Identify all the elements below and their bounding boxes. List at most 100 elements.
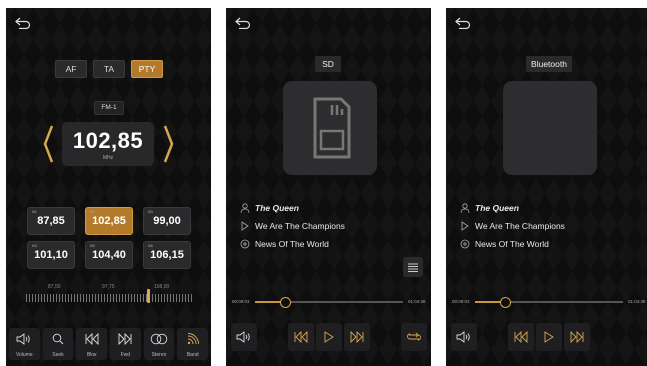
volume-label: Volume [15, 352, 33, 358]
preset-number: M3 [148, 210, 153, 214]
preset-number: M2 [90, 210, 95, 214]
media-control-bar [446, 323, 647, 351]
preset-button[interactable]: M2 102,85 [85, 207, 133, 235]
dial-label: 97,75 [102, 284, 115, 290]
progress-bar: 00:09:03 01:04:38 [232, 297, 426, 308]
play-outline-icon [241, 221, 249, 231]
next-button[interactable] [564, 323, 590, 351]
artist-row: The Queen [458, 199, 565, 217]
radio-toggles: AF TA PTY [55, 60, 163, 78]
prev-station-arrow-icon[interactable] [43, 125, 54, 168]
track-info: The Queen We Are The Champions News Of T… [458, 199, 565, 253]
play-button[interactable] [316, 323, 342, 351]
volume-button[interactable] [451, 323, 477, 351]
track-name: We Are The Champions [475, 221, 565, 231]
backward-label: Bkw [86, 352, 97, 358]
af-toggle[interactable]: AF [55, 60, 87, 78]
progress-bar: 00:09:03 01:04:38 [452, 297, 646, 308]
pty-toggle[interactable]: PTY [131, 60, 163, 78]
ta-toggle[interactable]: TA [93, 60, 125, 78]
skip-back-icon [85, 332, 99, 346]
play-icon [544, 331, 554, 343]
artist-name: The Queen [475, 203, 519, 213]
list-icon [408, 263, 418, 272]
progress-knob[interactable] [279, 297, 291, 308]
volume-button[interactable]: Volume [9, 328, 40, 360]
preset-button[interactable]: M6 106,15 [143, 241, 191, 269]
back-arrow-icon[interactable] [235, 17, 251, 29]
tuning-dial[interactable]: 87,50 97,75 108,00 [26, 284, 192, 306]
album-name: News Of The World [255, 239, 329, 249]
preset-button[interactable]: M5 104,40 [85, 241, 133, 269]
preset-number: M6 [148, 244, 153, 248]
preset-number: M1 [32, 210, 37, 214]
artist-row: The Queen [238, 199, 345, 217]
disc-icon [240, 239, 250, 249]
volume-icon [456, 331, 470, 343]
bluetooth-player-screen: Bluetooth The Queen We Are The Champions… [446, 8, 647, 366]
artist-name: The Queen [255, 203, 299, 213]
album-art [283, 81, 377, 175]
elapsed-time: 00:09:03 [452, 299, 470, 304]
skip-back-icon [294, 331, 308, 343]
radio-screen: AF TA PTY FM-1 102,85 MHz M1 87,85 M2 102,… [6, 8, 211, 366]
volume-icon [16, 333, 31, 345]
album-art [503, 81, 597, 175]
band-label-text: Band [186, 352, 199, 358]
dial-needle[interactable] [147, 289, 151, 303]
track-name: We Are The Champions [255, 221, 345, 231]
back-arrow-icon[interactable] [15, 17, 31, 29]
backward-button[interactable]: Bkw [76, 328, 108, 360]
preset-button[interactable]: M4 101,10 [27, 241, 75, 269]
dial-label: 87,50 [48, 284, 61, 290]
total-time: 01:04:38 [628, 299, 646, 304]
band-label: FM-1 [94, 101, 124, 115]
seek-button[interactable]: Seek [42, 328, 74, 360]
preset-grid: M1 87,85 M2 102,85 M3 99,00 M4 101,10 M5 104,… [27, 207, 191, 269]
volume-icon [236, 331, 250, 343]
back-arrow-icon[interactable] [455, 17, 471, 29]
band-button[interactable]: Band [177, 328, 209, 360]
track-row: We Are The Champions [458, 217, 565, 235]
search-icon [52, 333, 64, 345]
radio-control-bar: Volume Seek Bkw Fwd Stereo Band [9, 328, 209, 360]
stereo-label: Stereo [151, 352, 167, 358]
disc-icon [460, 239, 470, 249]
forward-label: Fwd [120, 352, 131, 358]
play-button[interactable] [536, 323, 562, 351]
preset-number: M4 [32, 244, 37, 248]
previous-button[interactable] [508, 323, 534, 351]
preset-button[interactable]: M3 99,00 [143, 207, 191, 235]
source-label: SD [315, 56, 341, 72]
skip-forward-icon [350, 331, 364, 343]
next-button[interactable] [344, 323, 370, 351]
volume-button[interactable] [231, 323, 257, 351]
stereo-button[interactable]: Stereo [143, 328, 175, 360]
progress-track[interactable] [255, 297, 403, 308]
forward-button[interactable]: Fwd [110, 328, 141, 360]
repeat-button[interactable] [401, 323, 427, 351]
repeat-icon [407, 332, 421, 341]
album-row: News Of The World [238, 235, 345, 253]
stereo-icon [150, 333, 168, 345]
source-label: Bluetooth [526, 56, 572, 72]
media-control-bar [226, 323, 431, 351]
progress-track[interactable] [475, 297, 623, 308]
track-row: We Are The Champions [238, 217, 345, 235]
preset-button[interactable]: M1 87,85 [27, 207, 75, 235]
total-time: 01:04:38 [408, 299, 426, 304]
elapsed-time: 00:09:03 [232, 299, 250, 304]
frequency-unit: MHz [102, 155, 114, 161]
dial-scale [26, 294, 192, 302]
play-icon [324, 331, 334, 343]
previous-button[interactable] [288, 323, 314, 351]
progress-knob[interactable] [499, 297, 511, 308]
play-outline-icon [461, 221, 469, 231]
playlist-button[interactable] [403, 257, 423, 277]
skip-back-icon [514, 331, 528, 343]
frequency-value: 102,85 [72, 128, 144, 153]
album-name: News Of The World [475, 239, 549, 249]
next-station-arrow-icon[interactable] [163, 125, 174, 168]
frequency-display: 102,85 MHz [62, 122, 154, 166]
album-row: News Of The World [458, 235, 565, 253]
